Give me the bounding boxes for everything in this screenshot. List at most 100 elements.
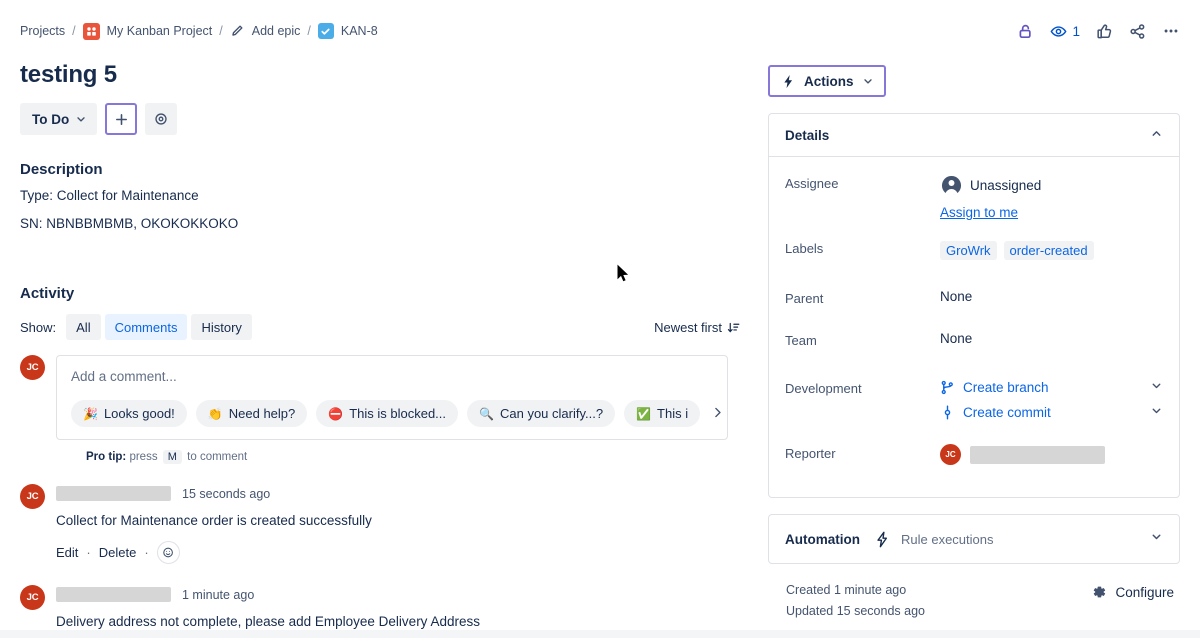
quick-reply-looks-good[interactable]: 🎉 Looks good! — [71, 400, 187, 427]
comment-author-redacted — [56, 486, 171, 501]
chevron-down-icon[interactable] — [1150, 530, 1163, 548]
actions-button[interactable]: Actions — [768, 65, 886, 97]
comment-delete-button[interactable]: Delete — [99, 545, 137, 560]
assignee-value: Unassigned Assign to me — [940, 169, 1163, 220]
breadcrumb-separator: / — [72, 24, 75, 38]
chevron-down-icon[interactable] — [1150, 379, 1163, 395]
avatar: JC — [20, 585, 45, 610]
pro-tip-key: M — [163, 450, 182, 464]
breadcrumb: Projects / My Kanban Project / Add epic … — [20, 20, 740, 42]
breadcrumb-issue-key[interactable]: KAN-8 — [341, 24, 378, 38]
quick-reply-clarify[interactable]: 🔍 Can you clarify...? — [467, 400, 615, 427]
watch-issue-button[interactable]: 1 — [1050, 23, 1080, 40]
comment-body: 15 seconds ago Collect for Maintenance o… — [56, 484, 372, 564]
comment-body: 1 minute ago Delivery address not comple… — [56, 585, 480, 629]
issue-main-column: Projects / My Kanban Project / Add epic … — [0, 0, 760, 638]
settings-button[interactable] — [145, 103, 177, 135]
pro-tip: Pro tip: press M to comment — [86, 451, 740, 463]
reporter-value[interactable]: JC — [940, 439, 1163, 465]
breadcrumb-projects[interactable]: Projects — [20, 24, 65, 38]
tab-history[interactable]: History — [191, 314, 251, 340]
chevron-up-icon[interactable] — [1150, 127, 1163, 143]
field-development: Development Create branch Create commit — [785, 374, 1163, 429]
label-chip-order-created[interactable]: order-created — [1004, 241, 1094, 260]
chip-label: Looks good! — [104, 406, 175, 421]
more-horizontal-icon[interactable] — [1162, 22, 1180, 40]
chevron-down-icon — [862, 75, 874, 87]
created-timestamp: Created 1 minute ago — [786, 583, 925, 597]
create-commit-link[interactable]: Create commit — [963, 405, 1051, 420]
chevron-right-icon[interactable] — [709, 406, 724, 422]
comment-input-box[interactable]: Add a comment... 🎉 Looks good! 👏 Need he… — [56, 355, 728, 440]
chip-label: Need help? — [229, 406, 296, 421]
comment-author-redacted — [56, 587, 171, 602]
chevron-down-icon[interactable] — [1150, 404, 1163, 420]
pencil-icon — [230, 24, 244, 38]
quick-reply-need-help[interactable]: 👏 Need help? — [196, 400, 307, 427]
configure-label: Configure — [1115, 585, 1174, 600]
labels-label: Labels — [785, 234, 940, 256]
share-icon[interactable] — [1129, 23, 1146, 40]
bottom-bar — [0, 630, 1200, 638]
comment-edit-button[interactable]: Edit — [56, 545, 78, 560]
clapping-hands-icon: 👏 — [208, 408, 223, 420]
parent-value[interactable]: None — [940, 284, 1163, 304]
details-fields: Assignee Unassigned Assign to me Labels — [769, 157, 1179, 497]
comment-placeholder: Add a comment... — [71, 369, 713, 384]
pro-tip-suffix: to comment — [187, 451, 247, 463]
add-reaction-icon[interactable] — [157, 541, 180, 564]
breadcrumb-separator-2: / — [219, 24, 222, 38]
no-entry-icon: ⛔ — [328, 408, 343, 420]
assign-to-me-link[interactable]: Assign to me — [940, 205, 1163, 220]
eye-icon — [1050, 23, 1067, 40]
avatar: JC — [20, 484, 45, 509]
list-item: JC 15 seconds ago Collect for Maintenanc… — [20, 484, 740, 564]
comment-timestamp: 15 seconds ago — [182, 487, 270, 501]
details-panel: Details Assignee Unassigned — [768, 113, 1180, 498]
list-item: JC 1 minute ago Delivery address not com… — [20, 585, 740, 629]
tab-comments[interactable]: Comments — [105, 314, 188, 340]
comment-timestamp: 1 minute ago — [182, 588, 254, 602]
labels-value: GroWrk order-created — [940, 234, 1163, 260]
comment-actions: Edit · Delete · — [56, 541, 372, 564]
party-popper-icon: 🎉 — [83, 408, 98, 420]
label-chip-growrk[interactable]: GroWrk — [940, 241, 997, 260]
reporter-name-redacted — [970, 446, 1105, 464]
create-branch-link[interactable]: Create branch — [963, 380, 1049, 395]
sort-descending-icon — [727, 321, 740, 334]
description-type-line: Type: Collect for Maintenance — [20, 186, 740, 206]
tab-all[interactable]: All — [66, 314, 100, 340]
reporter-label: Reporter — [785, 439, 940, 461]
sort-order-toggle[interactable]: Newest first — [654, 320, 740, 335]
automation-header[interactable]: Automation Rule executions — [769, 515, 1179, 563]
assignee-line[interactable]: Unassigned — [940, 174, 1163, 196]
project-avatar-icon — [83, 23, 100, 40]
quick-reply-blocked[interactable]: ⛔ This is blocked... — [316, 400, 458, 427]
field-parent: Parent None — [785, 284, 1163, 326]
comment-composer: JC Add a comment... 🎉 Looks good! 👏 Need… — [20, 355, 740, 440]
jira-issue-view: Projects / My Kanban Project / Add epic … — [0, 0, 1200, 638]
quick-reply-chips: 🎉 Looks good! 👏 Need help? ⛔ This is blo… — [71, 400, 713, 427]
gear-icon — [153, 111, 169, 127]
status-dropdown[interactable]: To Do — [20, 103, 97, 135]
chip-label: This i — [657, 406, 688, 421]
separator-dot: · — [144, 545, 148, 560]
avatar: JC — [940, 444, 961, 465]
unlock-icon[interactable] — [1017, 23, 1034, 40]
configure-button[interactable]: Configure — [1091, 583, 1174, 600]
details-panel-header[interactable]: Details — [769, 114, 1179, 156]
task-type-icon — [318, 23, 334, 39]
team-value[interactable]: None — [940, 326, 1163, 346]
lightning-bolt-icon — [874, 531, 891, 548]
commit-icon — [940, 405, 955, 420]
add-button[interactable] — [105, 103, 137, 135]
show-label: Show: — [20, 320, 56, 335]
create-commit-row[interactable]: Create commit — [940, 404, 1163, 420]
thumbs-up-icon[interactable] — [1096, 23, 1113, 40]
field-labels: Labels GroWrk order-created — [785, 234, 1163, 276]
breadcrumb-add-epic[interactable]: Add epic — [252, 24, 301, 38]
breadcrumb-project-name[interactable]: My Kanban Project — [107, 24, 213, 38]
quick-reply-this-is[interactable]: ✅ This i — [624, 400, 700, 427]
create-branch-row[interactable]: Create branch — [940, 379, 1163, 395]
comment-text: Collect for Maintenance order is created… — [56, 513, 372, 528]
